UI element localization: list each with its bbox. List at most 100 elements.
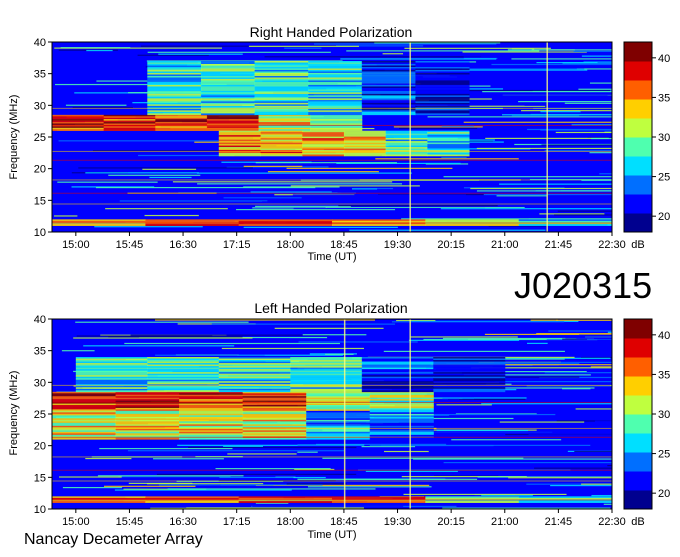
band-cell [116,438,180,440]
noise-streak [349,463,453,464]
noise-streak [169,196,339,197]
band-cell [362,113,416,115]
noise-streak [244,227,398,228]
noise-streak [478,476,612,477]
band-cell [261,155,303,157]
noise-streak [56,156,155,157]
noise-streak [574,51,612,52]
emission-band [147,61,469,115]
noise-streak [287,483,347,484]
noise-streak [78,86,123,87]
observation-id: J020315 [514,265,652,307]
noise-streak [556,320,612,321]
noise-streak [604,504,612,505]
noise-streak [565,337,612,338]
spectrogram-figure: 1015202530354015:0015:4516:3017:1518:001… [0,0,680,552]
colorbar-swatch [624,175,652,195]
noise-streak [589,152,612,153]
noise-streak [330,472,460,473]
noise-streak [527,343,548,344]
y-tick-label: 40 [34,37,46,49]
noise-streak [256,162,397,163]
colorbar-swatch [624,61,652,81]
colorbar-swatch [624,414,652,434]
noise-streak [511,58,612,59]
band-cell [145,224,239,226]
noise-streak [268,171,379,172]
rfi-line [52,456,612,457]
band-cell [415,113,469,115]
noise-streak [468,339,546,340]
colorbar-swatch [624,156,652,176]
noise-streak [157,474,356,475]
y-tick-label: 25 [34,409,46,421]
noise-streak [591,495,612,496]
band-cell [155,129,207,131]
noise-streak [366,471,458,472]
colorbar-tick-label: 25 [658,449,670,461]
noise-streak [325,354,354,355]
x-tick-label: 19:30 [384,239,412,251]
noise-streak [591,138,612,139]
noise-streak [66,105,127,106]
noise-streak [582,56,612,57]
emission-band [52,115,362,131]
noise-streak [464,122,612,123]
noise-streak [236,209,395,210]
noise-streak [436,404,491,405]
rfi-line [52,108,612,109]
noise-streak [349,230,545,231]
noise-streak [477,190,612,191]
colorbar-swatch [624,471,652,491]
emission-band [219,131,470,157]
band-cell [425,501,519,503]
noise-streak [94,226,202,227]
noise-streak [59,476,122,477]
colorbar-unit-label: dB [631,516,644,528]
noise-streak [550,485,612,486]
noise-streak [115,489,292,490]
noise-streak [340,58,496,59]
noise-streak [594,80,612,81]
band-cell [362,390,434,392]
band-cell [302,155,344,157]
y-tick-label: 25 [34,132,46,144]
rfi-line [52,428,612,429]
noise-streak [308,486,432,487]
noise-streak [284,48,321,49]
noise-streak [224,197,302,198]
noise-streak [441,157,466,158]
noise-streak [383,53,403,54]
bottom-panel: 1015202530354015:0015:4516:3017:1518:001… [34,314,671,528]
noise-streak [451,439,561,440]
noise-streak [447,327,612,328]
y-tick-label: 35 [34,346,46,358]
x-tick-label: 15:00 [62,239,90,251]
band-cell [519,501,613,503]
noise-streak [463,51,587,52]
rfi-line [52,223,612,224]
noise-streak [297,444,364,445]
noise-streak [333,491,542,492]
y-tick-label: 35 [34,69,46,81]
noise-streak [96,187,315,188]
rfi-line [52,481,612,482]
x-tick-label: 21:45 [545,516,573,528]
colorbar-swatch [624,213,652,233]
emission-band [76,357,505,392]
noise-streak [508,450,553,451]
noise-streak [108,336,242,337]
noise-streak [527,129,612,130]
noise-streak [500,421,584,422]
band-cell [370,438,434,440]
noise-streak [563,62,612,63]
noise-streak [153,458,224,459]
x-tick-label: 18:45 [330,516,358,528]
band-cell [219,390,291,392]
band-cell [519,224,613,226]
top-panel-xlabel: Time (UT) [307,251,356,263]
noise-streak [525,105,612,106]
x-tick-label: 21:00 [491,239,519,251]
noise-streak [556,132,612,133]
band-cell [52,438,116,440]
